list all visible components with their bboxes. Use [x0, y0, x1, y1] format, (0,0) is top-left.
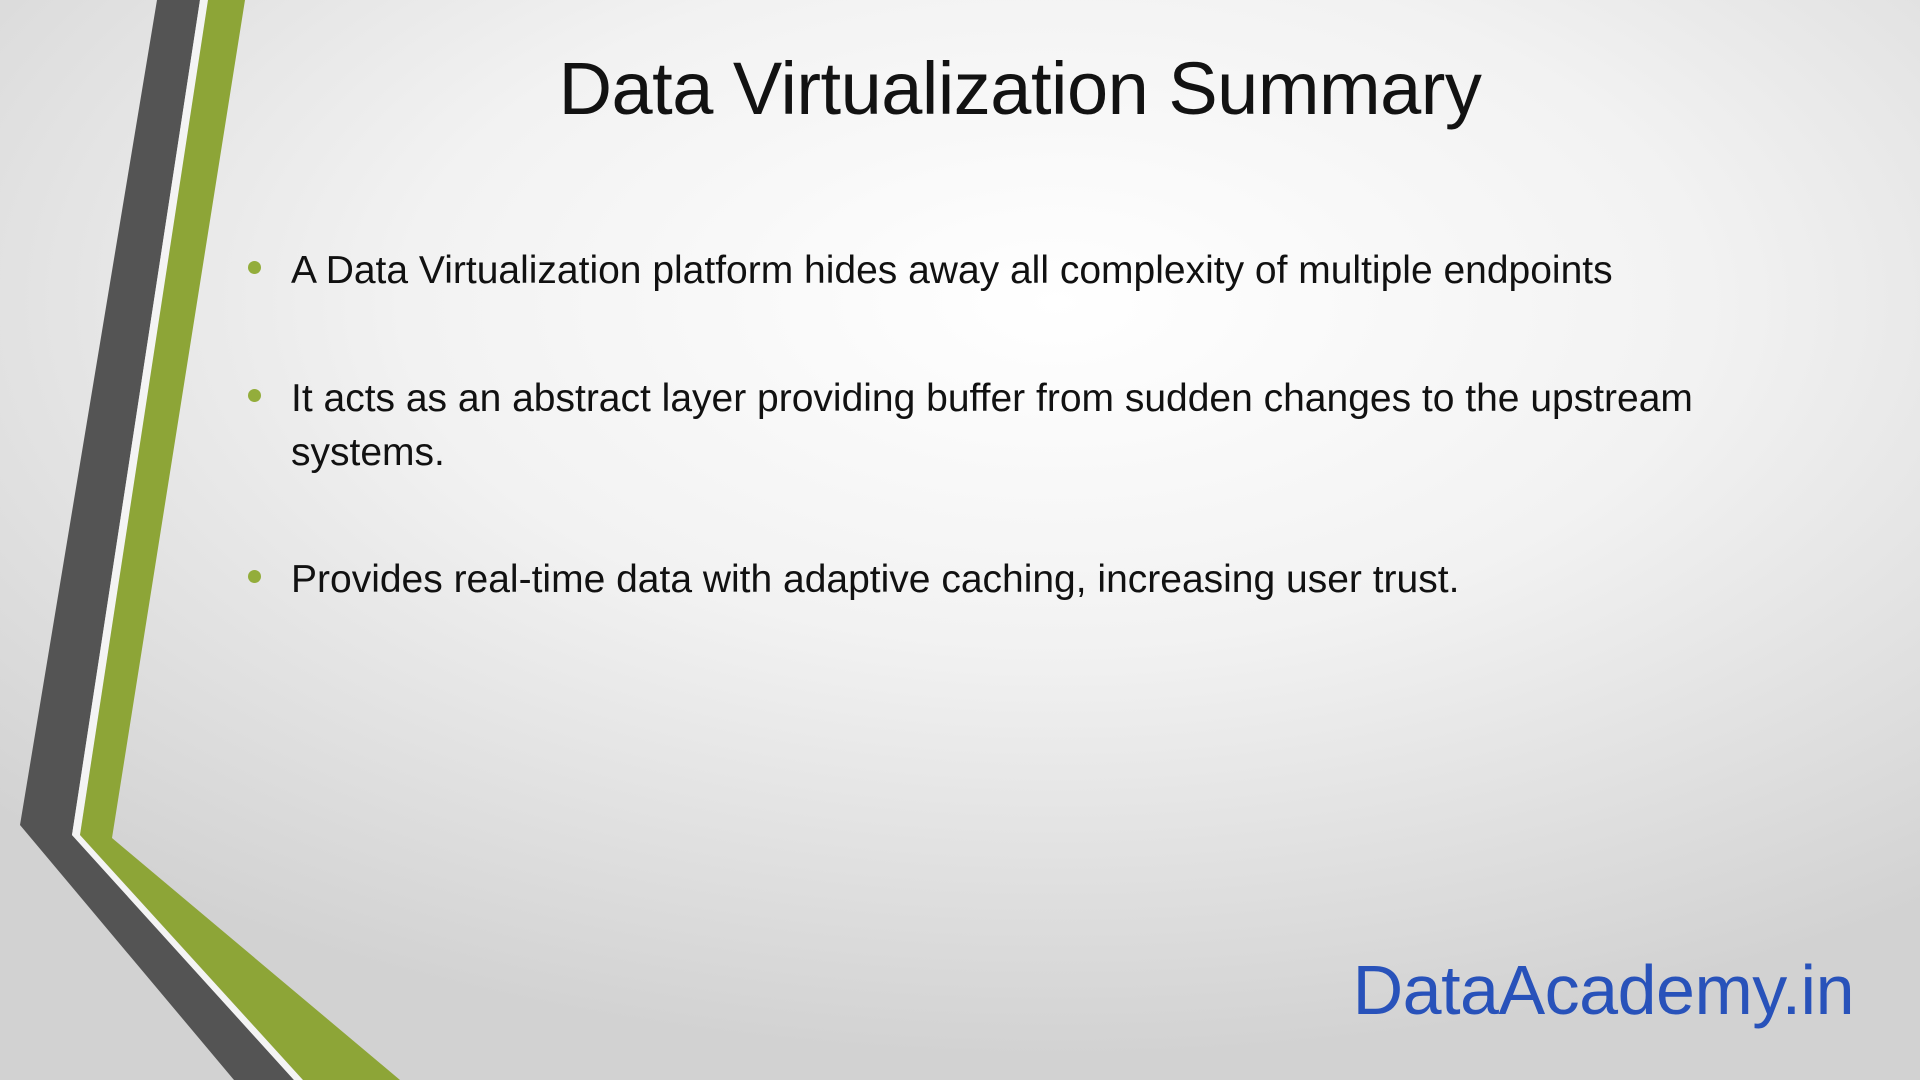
bullet-icon — [248, 389, 261, 402]
bullet-icon — [248, 570, 261, 583]
bullet-item: It acts as an abstract layer providing b… — [240, 372, 1800, 480]
bullet-text: It acts as an abstract layer providing b… — [291, 377, 1693, 474]
bullet-text: Provides real-time data with adaptive ca… — [291, 558, 1460, 601]
brand-watermark: DataAcademy.in — [1352, 951, 1855, 1029]
bullet-item: Provides real-time data with adaptive ca… — [240, 553, 1800, 607]
bullet-icon — [248, 261, 261, 274]
bullet-list: A Data Virtualization platform hides awa… — [240, 0, 1800, 1080]
bullet-text: A Data Virtualization platform hides awa… — [291, 249, 1613, 292]
presentation-slide: Data Virtualization Summary A Data Virtu… — [0, 0, 1920, 1080]
bullet-item: A Data Virtualization platform hides awa… — [240, 244, 1800, 298]
